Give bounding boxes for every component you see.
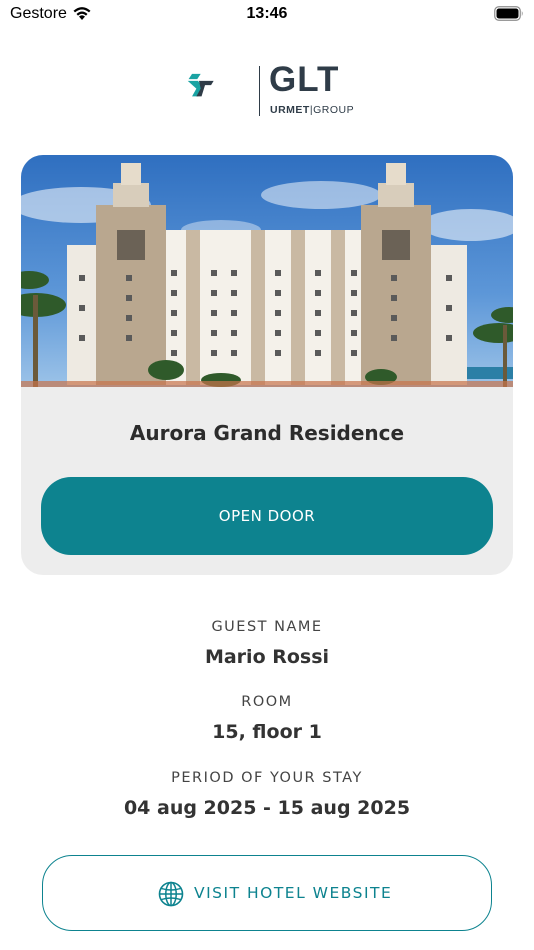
stay-period-value: 04 aug 2025 - 15 aug 2025 <box>123 797 411 819</box>
visit-website-button[interactable]: VISIT HOTEL WEBSITE <box>42 855 492 931</box>
stay-period-label: PERIOD OF YOUR STAY <box>171 770 363 786</box>
hotel-card: Aurora Grand Residence OPEN DOOR <box>21 155 513 575</box>
logo-divider <box>259 66 260 116</box>
visit-website-label: VISIT HOTEL WEBSITE <box>194 884 393 902</box>
hotel-name: Aurora Grand Residence <box>129 421 405 445</box>
room-label: ROOM <box>241 694 293 710</box>
logo-subtitle: URMET|GROUP <box>270 104 355 116</box>
hotel-photo <box>21 155 513 387</box>
status-bar: Gestore 13:46 <box>0 0 534 30</box>
guest-name-value: Mario Rossi <box>204 646 330 668</box>
open-door-button[interactable]: OPEN DOOR <box>41 477 493 555</box>
globe-icon <box>158 881 184 907</box>
guest-name-label: GUEST NAME <box>211 619 323 635</box>
logo-brand: GLT <box>269 60 340 99</box>
room-value: 15, floor 1 <box>212 721 322 743</box>
glt-logo-mark <box>187 73 214 97</box>
clock: 13:46 <box>246 5 288 22</box>
logo-sub-light: GROUP <box>313 104 355 116</box>
battery-icon <box>494 6 523 21</box>
logo-sub-bold: URMET <box>270 104 310 116</box>
